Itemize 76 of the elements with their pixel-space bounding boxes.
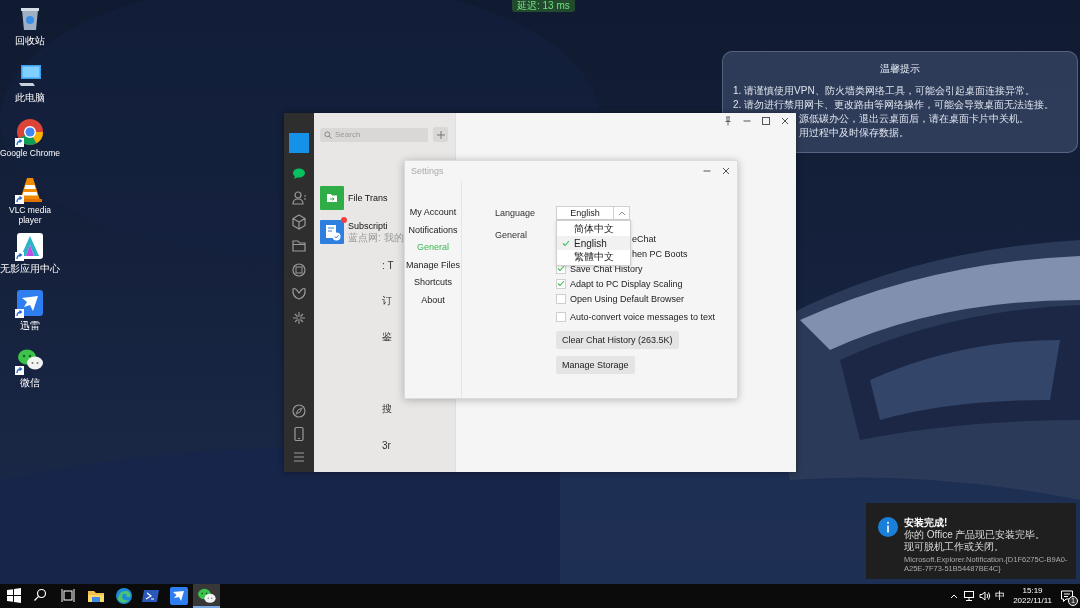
chat-text: 搜 xyxy=(382,402,392,416)
chat-preview: 蓝点网: 我的 xyxy=(348,232,404,243)
checkbox-label: Save Chat History xyxy=(570,263,643,274)
folder-icon[interactable] xyxy=(290,237,308,255)
settings-tab[interactable]: About xyxy=(421,291,445,309)
cube-icon[interactable] xyxy=(290,213,308,231)
network-icon[interactable] xyxy=(963,590,976,602)
chat-text: 订 xyxy=(382,294,392,308)
chat-name: File Trans xyxy=(348,193,388,203)
dialog-title: Settings xyxy=(411,166,444,176)
notice-title: 温馨提示 xyxy=(879,62,921,76)
desktop-icon-label[interactable]: 此电脑 xyxy=(0,92,60,104)
notification-text: 现可脱机工作或关闭。 xyxy=(904,541,1005,553)
bird-icon[interactable] xyxy=(16,289,44,317)
chat-name: Subscripti xyxy=(348,221,389,231)
option-text: hen PC Boots xyxy=(632,248,688,259)
input-method-indicator[interactable]: 中 xyxy=(995,589,1006,603)
browser-icon[interactable] xyxy=(16,118,44,146)
clock-date[interactable]: 2022/11/11 xyxy=(1013,596,1052,606)
desktop-icon-label[interactable]: 无影应用中心 xyxy=(0,263,60,275)
chat-text: 3r xyxy=(382,439,391,451)
action-button[interactable]: Manage Storage xyxy=(556,356,635,374)
checkbox[interactable] xyxy=(556,293,566,304)
checkbox[interactable] xyxy=(556,278,566,289)
app-logo-icon[interactable] xyxy=(16,232,44,260)
clock-time[interactable]: 15:19 xyxy=(1022,586,1043,596)
notice-text: 源低碳办公，退出云桌面后，请在桌面卡片中关机。 xyxy=(799,112,1029,126)
notification-title: 安装完成! xyxy=(904,517,949,529)
close-icon[interactable] xyxy=(780,116,790,126)
taskbar-button[interactable] xyxy=(192,584,220,608)
settings-tab[interactable]: Notifications xyxy=(408,221,458,239)
action-button[interactable]: Clear Chat History (263.5K) xyxy=(556,331,679,349)
maximize-icon[interactable] xyxy=(761,116,771,126)
plus-icon xyxy=(436,130,445,139)
bird-icon xyxy=(168,586,189,606)
notice-text: 2. 请勿进行禁用网卡、更改路由等网络操作，可能会导致桌面无法连接。 xyxy=(733,98,1056,112)
desktop-icon-label[interactable]: 微信 xyxy=(0,377,60,389)
person-icon[interactable] xyxy=(290,189,308,207)
menu-item[interactable]: English xyxy=(557,236,630,250)
notice-text: 用过程中及时保存数据。 xyxy=(799,126,909,140)
aperture-icon[interactable] xyxy=(290,261,308,279)
field-label: Language xyxy=(495,208,537,218)
desktop-icon-label[interactable]: VLC media player xyxy=(0,206,60,225)
sparkle-icon[interactable] xyxy=(290,309,308,327)
menu-item[interactable]: 繁體中文 xyxy=(557,250,630,264)
notification-text: 你的 Office 产品现已安装完毕。 xyxy=(904,529,1047,541)
chat-text: : T xyxy=(382,259,394,271)
settings-tab[interactable]: My Account xyxy=(409,204,457,222)
desktop-icon-label[interactable]: 回收站 xyxy=(0,35,60,47)
volume-icon[interactable] xyxy=(979,590,992,602)
search-icon xyxy=(324,130,332,139)
menu-item[interactable]: 简体中文 xyxy=(557,222,630,236)
settings-tab[interactable]: Shortcuts xyxy=(414,274,452,292)
check-icon xyxy=(561,239,570,247)
notification-icon[interactable] xyxy=(1060,589,1074,603)
settings-tab[interactable]: Manage Files xyxy=(406,256,460,274)
checkbox[interactable] xyxy=(556,311,566,322)
latency-badge: 延迟: 13 ms xyxy=(512,0,575,12)
checkbox[interactable] xyxy=(556,263,566,274)
field-label: General xyxy=(495,230,529,242)
pin-icon[interactable] xyxy=(723,116,733,126)
checkbox-label: Auto-convert voice messages to text xyxy=(570,311,716,322)
browser-icon xyxy=(113,586,134,606)
compass-icon[interactable] xyxy=(290,402,308,420)
checkbox-label: Open Using Default Browser xyxy=(570,293,685,304)
info-icon xyxy=(878,517,898,537)
checkbox-label: Adapt to PC Display Scaling xyxy=(570,278,683,289)
option-text: eChat xyxy=(632,233,657,244)
document-icon xyxy=(320,220,344,244)
chat-text: 鉴 xyxy=(382,330,392,344)
desktop-icon-label[interactable]: 迅雷 xyxy=(0,320,60,332)
language-dropdown[interactable]: English xyxy=(556,206,630,220)
desktop-icon-label[interactable]: Google Chrome xyxy=(0,149,60,159)
close-icon[interactable] xyxy=(721,166,731,176)
caret-icon xyxy=(617,210,626,216)
notice-text: 1. 请谨慎使用VPN、防火墙类网络工具，可能会引起桌面连接异常。 xyxy=(733,84,1036,98)
